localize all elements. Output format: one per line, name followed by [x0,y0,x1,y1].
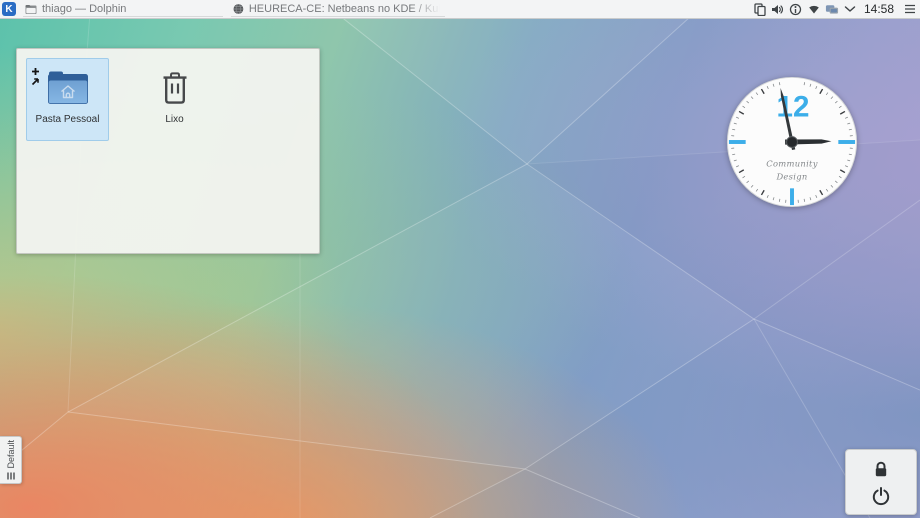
shutdown-button[interactable] [870,485,892,507]
trash-icon [160,67,190,109]
desktop-item-lixo[interactable]: Lixo [133,58,216,141]
clipboard-icon[interactable] [753,2,767,16]
notifications-icon[interactable] [789,2,803,16]
folder-view-widget: Pasta Pessoal Lixo [16,48,320,254]
panel-menu-hamburger-icon[interactable] [903,2,917,16]
app-launcher-button[interactable]: K [2,2,16,16]
kde-logo-icon: K [5,4,12,15]
clock-marker-9 [729,140,746,144]
lock-logout-widget [845,449,917,515]
wifi-icon[interactable] [807,2,821,16]
expand-tray-chevron-icon[interactable] [843,2,857,16]
globe-icon [233,3,244,15]
text-fade-overlay [411,0,445,16]
volume-icon[interactable] [771,2,785,16]
clock-brand-line2: Design [775,171,807,181]
taskbar-item-netbeans[interactable]: HEURECA-CE: Netbeans no KDE / Kubuntu [229,0,451,18]
lock-icon [872,460,890,478]
activities-icon [6,472,16,480]
folder-icon [25,4,37,15]
home-folder-icon [47,67,89,109]
device-notifier-icon[interactable] [825,2,839,16]
icon-emblems [31,67,40,86]
task-title: thiago — Dolphin [42,3,126,15]
clock-marker-6 [790,188,794,205]
item-label: Lixo [165,114,183,125]
lock-button[interactable] [870,458,892,480]
power-icon [871,486,891,506]
item-label: Pasta Pessoal [36,114,100,125]
symlink-emblem-icon [31,77,40,86]
desktop-item-pasta-pessoal[interactable]: Pasta Pessoal [26,58,109,141]
taskbar-item-dolphin[interactable]: thiago — Dolphin [21,0,229,18]
desktop-toolbox-default[interactable]: Default [0,436,22,484]
top-panel: K thiago — Dolphin HEURECA-CE: Netbeans … [0,0,920,19]
add-emblem-icon [31,67,40,76]
system-tray: 14:58 [753,2,920,16]
digital-clock[interactable]: 14:58 [864,2,894,16]
clock-hub [787,137,798,148]
toolbox-label: Default [6,440,16,469]
desktop: K thiago — Dolphin HEURECA-CE: Netbeans … [0,0,920,518]
analog-clock-widget[interactable]: 12 Community Design [723,73,861,211]
clock-marker-3 [838,140,855,144]
clock-brand-line1: Community [766,159,817,169]
